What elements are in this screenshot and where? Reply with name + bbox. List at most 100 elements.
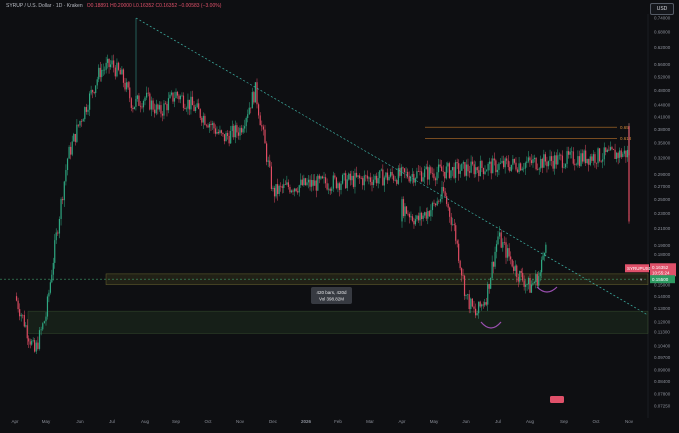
candle-body [428, 211, 430, 217]
candle-body [462, 162, 464, 164]
candle-body [522, 272, 524, 281]
candle-body [523, 168, 525, 170]
candle-body [204, 115, 206, 125]
y-tick-label: 0.21000 [654, 226, 671, 231]
candle-body [563, 167, 565, 168]
candle-body [175, 91, 177, 99]
candle-body [434, 178, 437, 181]
candle-body [609, 147, 612, 151]
candle-body [510, 256, 512, 260]
candle-body [628, 214, 630, 222]
candle-body [594, 154, 596, 163]
close-value: C0.16352 [155, 3, 178, 9]
candle-body [475, 308, 477, 316]
candle-body [379, 170, 381, 179]
price-tag-value: 0.16352 [652, 265, 669, 270]
candle-body [70, 146, 72, 155]
y-tick-label: 0.23000 [654, 211, 671, 216]
candle-body [438, 201, 440, 202]
candle-body [193, 105, 195, 111]
candle-body [337, 183, 339, 189]
candle-body [118, 62, 120, 70]
candle-body [501, 160, 503, 163]
candle-body [298, 185, 300, 193]
candle-body [160, 105, 162, 114]
candle-body [194, 107, 197, 111]
candle-body [458, 243, 460, 261]
y-tick-label: 0.74000 [654, 16, 671, 21]
candle-body [251, 92, 253, 109]
candle-body [340, 183, 342, 190]
candle-body [306, 182, 308, 186]
candle-body [92, 90, 94, 93]
candle-body [51, 274, 53, 283]
candle-body [430, 167, 432, 174]
x-tick-label: May [42, 419, 51, 424]
x-tick-label: Sep [560, 419, 569, 424]
y-tick-label: 0.68000 [654, 30, 671, 35]
candle-body [210, 124, 212, 125]
candle-body [396, 180, 398, 184]
candle-body [503, 242, 505, 243]
candle-body [427, 166, 429, 180]
x-tick-label: Nov [625, 419, 634, 424]
candle-body [122, 69, 125, 83]
x-tick-label: Sep [172, 419, 181, 424]
candle-body [574, 163, 576, 165]
candle-body [182, 95, 185, 108]
candle-body [181, 95, 183, 97]
candle-body [422, 177, 424, 182]
candle-body [516, 169, 519, 173]
symbol-title[interactable]: SYRUP / U.S. Dollar · 1D · Kraken [6, 3, 83, 9]
candle-body [473, 306, 475, 309]
candle-body [124, 82, 126, 90]
candle-body [526, 284, 528, 285]
measure-bars-label: 420 bars, 420d [316, 290, 347, 295]
candle-body [405, 171, 407, 173]
candle-body [289, 186, 291, 193]
candle-body [509, 167, 511, 171]
candle-body [81, 120, 83, 122]
candle-body [34, 340, 36, 352]
candle-body [48, 292, 50, 297]
candle-body [520, 163, 522, 171]
x-tick-label: Apr [11, 419, 19, 424]
candle-body [476, 167, 478, 171]
candle-body [491, 261, 493, 279]
candle-body [436, 172, 438, 181]
candle-body [484, 171, 486, 174]
candle-body [49, 282, 51, 293]
candle-body [411, 216, 414, 221]
candle-body [539, 272, 541, 277]
candle-body [68, 146, 70, 159]
candle-body [362, 178, 364, 186]
candle-body [259, 115, 261, 126]
candle-body [444, 171, 446, 179]
candle-body [498, 163, 500, 170]
chart-area[interactable]: 0.74000 0.68000 0.62000 0.56000 0.52000 0.480… [0, 0, 679, 428]
candle-body [470, 298, 472, 309]
candle-body [572, 151, 574, 164]
candle-body [419, 212, 421, 221]
candle-body [451, 167, 454, 171]
candle-body [152, 100, 154, 110]
candle-body [628, 144, 630, 195]
candle-body [533, 157, 536, 160]
candle-body [481, 160, 483, 168]
y-tick-label: 0.13000 [654, 306, 671, 311]
candle-body [513, 158, 516, 163]
candle-body [116, 62, 118, 77]
currency-button[interactable]: USD [650, 3, 674, 15]
candle-body [74, 133, 76, 142]
open-value: O0.18891 [86, 3, 109, 9]
price-chart[interactable]: 0.74000 0.68000 0.62000 0.56000 0.52000 0.480… [0, 0, 679, 428]
candle-body [54, 240, 56, 263]
candle-body [239, 127, 241, 136]
candle-body [497, 236, 499, 245]
candle-body [508, 248, 510, 257]
candle-body [79, 120, 81, 126]
candle-body [46, 296, 49, 317]
candle-body [543, 154, 545, 168]
candle-body [95, 85, 97, 94]
candle-body [533, 282, 535, 284]
